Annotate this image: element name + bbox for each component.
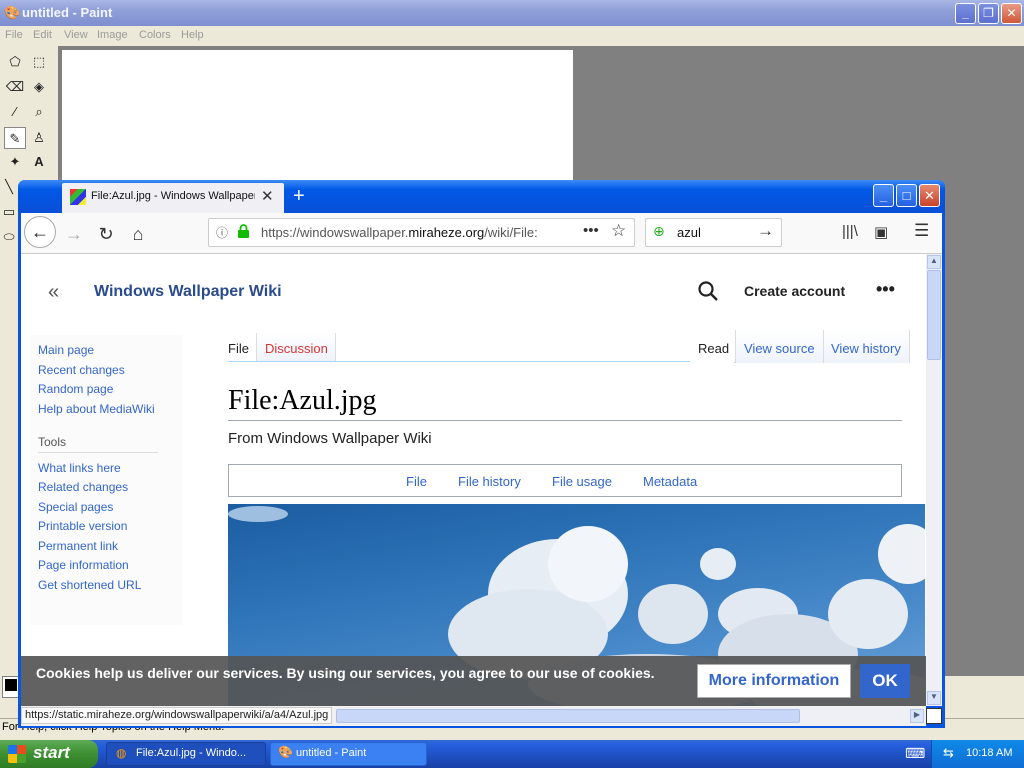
text-tool-icon[interactable]: A bbox=[28, 151, 50, 173]
tab-discussion[interactable]: Discussion bbox=[265, 341, 328, 356]
tools-divider bbox=[38, 452, 158, 453]
paint-menu-help[interactable]: Help bbox=[181, 29, 204, 41]
sidebar-link-special-pages[interactable]: Special pages bbox=[38, 500, 113, 514]
tab-file[interactable]: File bbox=[228, 341, 249, 356]
create-account-link[interactable]: Create account bbox=[744, 283, 845, 299]
start-label: start bbox=[33, 743, 70, 762]
page-actions-icon[interactable]: ••• bbox=[583, 222, 599, 239]
network-icon[interactable]: ⇆ bbox=[943, 745, 954, 761]
new-tab-button[interactable]: + bbox=[293, 185, 305, 208]
sidebar-link-related-changes[interactable]: Related changes bbox=[38, 480, 128, 494]
sidebar-toggle-icon[interactable]: ▣ bbox=[874, 223, 888, 241]
paint-restore-button[interactable]: ❐ bbox=[978, 3, 999, 24]
sidebar-link-help[interactable]: Help about MediaWiki bbox=[38, 402, 155, 416]
scroll-down-icon[interactable]: ▼ bbox=[927, 691, 941, 705]
paint-minimize-button[interactable]: _ bbox=[955, 3, 976, 24]
reload-button[interactable]: ↻ bbox=[92, 221, 120, 247]
horizontal-scrollbar-thumb[interactable] bbox=[336, 709, 800, 723]
sidebar-link-shortened-url[interactable]: Get shortened URL bbox=[38, 578, 141, 592]
line-tool-icon[interactable]: ╲ bbox=[0, 176, 18, 198]
more-options-icon[interactable]: ••• bbox=[876, 279, 895, 300]
toc-link-file-usage[interactable]: File usage bbox=[552, 474, 612, 489]
paint-menu-view[interactable]: View bbox=[64, 29, 88, 41]
firefox-maximize-button[interactable]: □ bbox=[896, 184, 917, 207]
paint-menu-file[interactable]: File bbox=[5, 29, 23, 41]
forward-button[interactable]: → bbox=[60, 221, 88, 247]
tab-title: File:Azul.jpg - Windows Wallpaper bbox=[91, 190, 255, 202]
tools-heading: Tools bbox=[38, 435, 67, 449]
firefox-icon: ◍ bbox=[116, 746, 127, 760]
scroll-right-icon[interactable]: ▶ bbox=[910, 709, 924, 723]
rect-select-icon[interactable]: ⬚ bbox=[28, 51, 50, 73]
sidebar-link-main-page[interactable]: Main page bbox=[38, 343, 94, 357]
title-divider bbox=[228, 420, 902, 421]
collapse-sidebar-icon[interactable]: « bbox=[48, 281, 59, 304]
fill-bucket-icon[interactable]: ◈ bbox=[28, 76, 50, 98]
sidebar-link-page-information[interactable]: Page information bbox=[38, 558, 129, 572]
paint-canvas[interactable] bbox=[62, 50, 573, 190]
toc-link-file-history[interactable]: File history bbox=[458, 474, 521, 489]
site-info-icon[interactable]: ⓘ bbox=[216, 224, 228, 241]
sidebar-link-printable-version[interactable]: Printable version bbox=[38, 519, 127, 533]
paint-window-title: untitled - Paint bbox=[22, 5, 113, 20]
toc-link-file[interactable]: File bbox=[406, 474, 427, 489]
padlock-icon bbox=[238, 224, 249, 238]
search-input[interactable]: azul bbox=[677, 225, 701, 240]
sidebar-link-what-links-here[interactable]: What links here bbox=[38, 461, 121, 475]
ellipse-tool-icon[interactable]: ⬭ bbox=[0, 226, 18, 248]
eraser-icon[interactable]: ⌫ bbox=[4, 76, 26, 98]
tab-favicon-icon bbox=[70, 189, 86, 205]
resize-grip[interactable] bbox=[926, 708, 942, 724]
pencil-icon[interactable]: ✎ bbox=[4, 127, 26, 149]
taskbar-item-paint-label: untitled - Paint bbox=[296, 747, 367, 759]
free-select-icon[interactable]: ⬠ bbox=[4, 51, 26, 73]
library-icon[interactable]: |||\ bbox=[842, 223, 858, 240]
page-title: File:Azul.jpg bbox=[228, 385, 377, 416]
hamburger-menu-icon[interactable]: ☰ bbox=[914, 221, 929, 241]
scroll-up-icon[interactable]: ▲ bbox=[927, 255, 941, 269]
firefox-minimize-button[interactable]: _ bbox=[873, 184, 894, 207]
paint-menu-colors[interactable]: Colors bbox=[139, 29, 171, 41]
sidebar-link-random-page[interactable]: Random page bbox=[38, 382, 113, 396]
scrollbar-thumb[interactable] bbox=[927, 270, 941, 360]
keyboard-icon[interactable]: ⌨ bbox=[905, 745, 925, 762]
paint-close-button[interactable]: ✕ bbox=[1001, 3, 1022, 24]
tab-view-history[interactable]: View history bbox=[831, 341, 901, 356]
airbrush-icon[interactable]: ✦ bbox=[4, 151, 26, 173]
search-engine-icon[interactable]: ⊕ bbox=[653, 223, 665, 240]
bookmark-star-icon[interactable]: ☆ bbox=[611, 221, 626, 241]
wiki-search-icon[interactable] bbox=[697, 280, 719, 302]
tab-underline bbox=[228, 361, 690, 362]
clock[interactable]: 10:18 AM bbox=[966, 747, 1012, 759]
firefox-close-button[interactable]: ✕ bbox=[919, 184, 940, 207]
toc-link-metadata[interactable]: Metadata bbox=[643, 474, 697, 489]
paint-icon: 🎨 bbox=[278, 745, 293, 759]
cookie-ok-button[interactable]: OK bbox=[860, 664, 910, 698]
taskbar-item-firefox-label: File:Azul.jpg - Windo... bbox=[136, 747, 247, 759]
tab-view-source[interactable]: View source bbox=[744, 341, 815, 356]
paint-menu-image[interactable]: Image bbox=[97, 29, 128, 41]
url-text: https://windowswallpaper.miraheze.org/wi… bbox=[261, 225, 538, 240]
search-go-icon[interactable]: → bbox=[757, 221, 774, 241]
color-picker-icon[interactable]: ⁄ bbox=[4, 101, 26, 123]
windows-logo-icon bbox=[8, 745, 26, 763]
sidebar-link-recent-changes[interactable]: Recent changes bbox=[38, 363, 125, 377]
foreground-color-swatch bbox=[5, 679, 17, 691]
wiki-name-link[interactable]: Windows Wallpaper Wiki bbox=[94, 283, 282, 301]
site-subtitle: From Windows Wallpaper Wiki bbox=[228, 430, 432, 447]
brush-icon[interactable]: ♙ bbox=[28, 127, 50, 149]
tab-read[interactable]: Read bbox=[698, 341, 729, 356]
tab-close-icon[interactable]: ✕ bbox=[261, 187, 274, 205]
paint-app-icon: 🎨 bbox=[4, 5, 21, 20]
paint-titlebar[interactable] bbox=[0, 0, 1024, 26]
status-url: https://static.miraheze.org/windowswallp… bbox=[21, 707, 333, 724]
back-button[interactable]: ← bbox=[24, 216, 56, 248]
rectangle-tool-icon[interactable]: ▭ bbox=[0, 201, 18, 223]
paint-menu-edit[interactable]: Edit bbox=[33, 29, 52, 41]
sidebar-link-permanent-link[interactable]: Permanent link bbox=[38, 539, 118, 553]
more-information-button[interactable]: More information bbox=[697, 664, 851, 698]
home-button[interactable]: ⌂ bbox=[124, 221, 152, 247]
cookie-message: Cookies help us deliver our services. By… bbox=[36, 665, 655, 681]
magnifier-icon[interactable]: ⌕ bbox=[28, 101, 50, 123]
